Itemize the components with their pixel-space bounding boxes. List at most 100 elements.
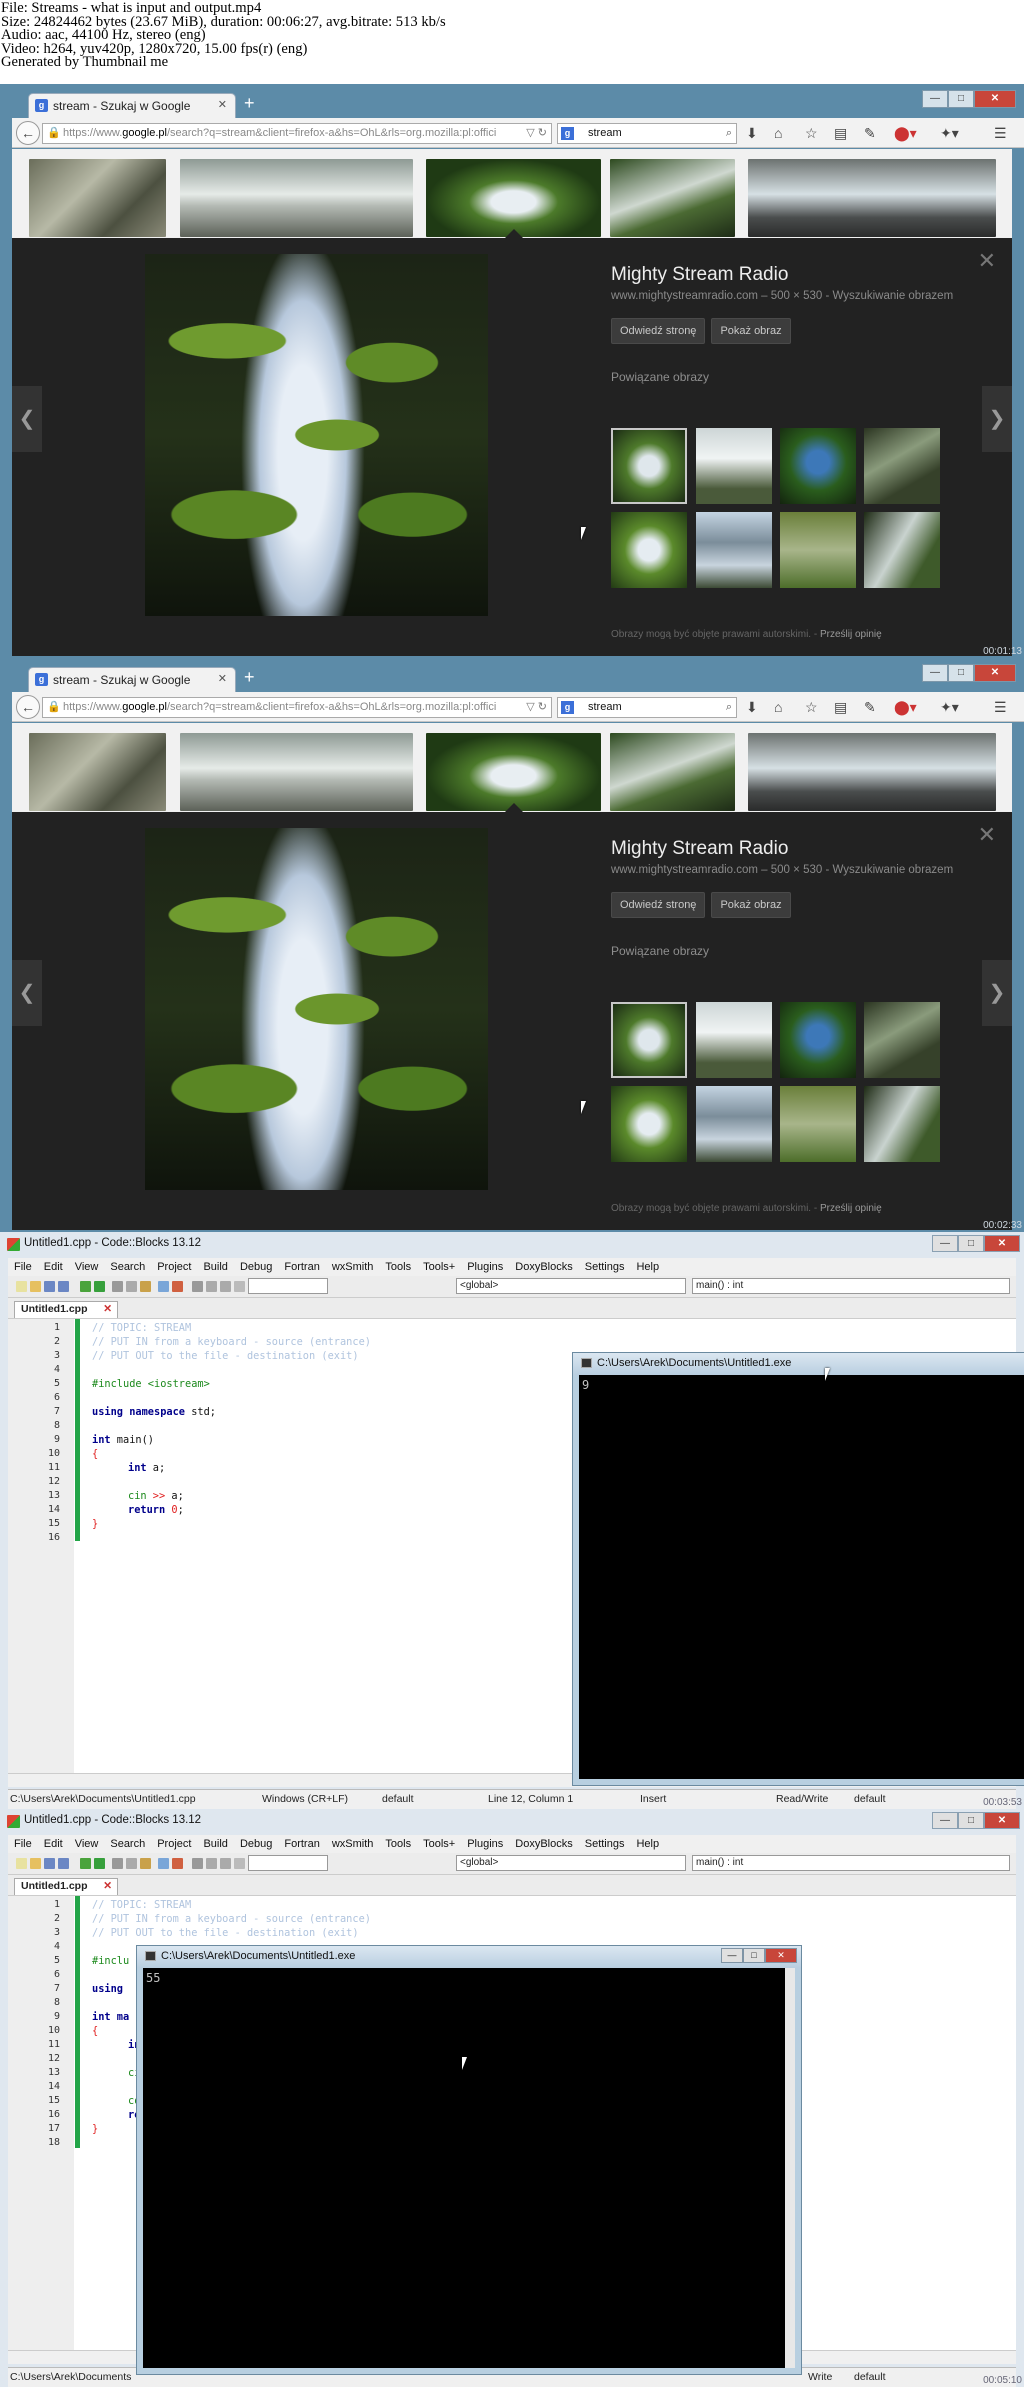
new-tab-icon[interactable]: + <box>244 667 255 688</box>
related-image[interactable] <box>611 1002 687 1078</box>
open-file-icon[interactable] <box>30 1281 41 1292</box>
menu-tools-plus[interactable]: Tools+ <box>423 1261 455 1273</box>
save-all-icon[interactable] <box>58 1281 69 1292</box>
debug-next-icon[interactable] <box>220 1858 231 1869</box>
menu-view[interactable]: View <box>75 1261 99 1273</box>
view-image-button[interactable]: Pokaż obraz <box>711 892 791 918</box>
home-icon[interactable]: ⌂ <box>774 125 782 141</box>
menu-file[interactable]: File <box>14 1261 32 1273</box>
maximize-button[interactable]: □ <box>958 1812 984 1829</box>
view-image-button[interactable]: Pokaż obraz <box>711 318 791 344</box>
function-combo[interactable]: main() : int <box>692 1855 1010 1871</box>
bookmark-star-icon[interactable]: ☆ <box>805 699 818 716</box>
result-thumb-selected[interactable] <box>426 733 601 811</box>
back-arrow-icon[interactable]: ← <box>16 695 40 719</box>
adblock-icon[interactable]: ⬤▾ <box>894 699 917 716</box>
result-thumb[interactable] <box>610 159 735 237</box>
visit-page-button[interactable]: Odwiedź stronę <box>611 892 706 918</box>
search-icon[interactable]: ⌕ <box>726 698 732 717</box>
related-image[interactable] <box>780 512 856 588</box>
related-image[interactable] <box>611 1086 687 1162</box>
result-thumb[interactable] <box>29 159 166 237</box>
find-icon[interactable] <box>158 1281 169 1292</box>
preview-image[interactable] <box>145 828 488 1190</box>
download-icon[interactable]: ⬇ <box>746 125 758 142</box>
back-arrow-icon[interactable]: ← <box>16 121 40 145</box>
image-title[interactable]: Mighty Stream Radio <box>611 838 991 860</box>
image-title[interactable]: Mighty Stream Radio <box>611 264 991 286</box>
menu-wxsmith[interactable]: wxSmith <box>332 1261 374 1273</box>
console-body[interactable]: 9 <box>579 1375 1024 1779</box>
minimize-button[interactable]: — <box>932 1812 958 1829</box>
menu-help[interactable]: Help <box>636 1838 659 1850</box>
close-window-button[interactable]: ✕ <box>974 90 1016 108</box>
extension-icon[interactable]: ✦▾ <box>940 125 959 142</box>
menu-tools-plus[interactable]: Tools+ <box>423 1838 455 1850</box>
menu-build[interactable]: Build <box>203 1838 227 1850</box>
scope-combo[interactable]: <global> <box>456 1278 686 1294</box>
menu-project[interactable]: Project <box>157 1261 191 1273</box>
url-bar[interactable]: 🔒 https://www.google.pl/search?q=stream&… <box>42 697 552 718</box>
next-image-arrow-icon[interactable]: ❯ <box>982 960 1012 1026</box>
bookmark-star-icon[interactable]: ☆ <box>805 125 818 142</box>
related-image[interactable] <box>611 428 687 504</box>
prev-image-arrow-icon[interactable]: ❮ <box>12 960 42 1026</box>
function-combo[interactable]: main() : int <box>692 1278 1010 1294</box>
menu-edit[interactable]: Edit <box>44 1838 63 1850</box>
scope-combo[interactable]: <global> <box>456 1855 686 1871</box>
result-thumb[interactable] <box>748 733 996 811</box>
menu-file[interactable]: File <box>14 1838 32 1850</box>
tab-google-search[interactable]: g stream - Szukaj w Google ✕ <box>28 93 236 118</box>
tab-untitled1[interactable]: Untitled1.cpp ✕ <box>14 1878 118 1895</box>
menu-debug[interactable]: Debug <box>240 1838 272 1850</box>
related-image[interactable] <box>864 1086 940 1162</box>
target-combo[interactable] <box>248 1855 328 1871</box>
prev-image-arrow-icon[interactable]: ❮ <box>12 386 42 452</box>
paste-icon[interactable] <box>140 1858 151 1869</box>
console-window[interactable]: C:\Users\Arek\Documents\Untitled1.exe — … <box>136 1945 802 2375</box>
copy-icon[interactable] <box>126 1281 137 1292</box>
menu-fortran[interactable]: Fortran <box>284 1838 319 1850</box>
replace-icon[interactable] <box>172 1281 183 1292</box>
feedback-link[interactable]: Prześlij opinię <box>820 1203 882 1214</box>
download-icon[interactable]: ⬇ <box>746 699 758 716</box>
result-thumb[interactable] <box>29 733 166 811</box>
related-image[interactable] <box>696 1002 772 1078</box>
open-file-icon[interactable] <box>30 1858 41 1869</box>
build-icon[interactable] <box>80 1281 91 1292</box>
new-file-icon[interactable] <box>16 1281 27 1292</box>
adblock-icon[interactable]: ⬤▾ <box>894 125 917 142</box>
related-image[interactable] <box>611 512 687 588</box>
menu-view[interactable]: View <box>75 1838 99 1850</box>
replace-icon[interactable] <box>172 1858 183 1869</box>
pen-icon[interactable]: ✎ <box>864 125 876 142</box>
close-window-button[interactable]: ✕ <box>974 664 1016 682</box>
close-window-button[interactable]: ✕ <box>765 1948 797 1963</box>
menu-doxyblocks[interactable]: DoxyBlocks <box>515 1261 572 1273</box>
tab-google-search[interactable]: g stream - Szukaj w Google ✕ <box>28 667 236 692</box>
pen-icon[interactable]: ✎ <box>864 699 876 716</box>
minimize-button[interactable]: — <box>932 1235 958 1252</box>
result-thumb[interactable] <box>180 159 413 237</box>
extension-icon[interactable]: ✦▾ <box>940 699 959 716</box>
related-image[interactable] <box>780 1002 856 1078</box>
console-vertical-scrollbar[interactable] <box>785 1968 795 2368</box>
save-all-icon[interactable] <box>58 1858 69 1869</box>
menu-settings[interactable]: Settings <box>585 1838 625 1850</box>
maximize-button[interactable]: □ <box>958 1235 984 1252</box>
close-tab-icon[interactable]: ✕ <box>218 98 227 111</box>
menu-tools[interactable]: Tools <box>385 1838 411 1850</box>
debug-step-icon[interactable] <box>206 1281 217 1292</box>
url-bar[interactable]: 🔒 https://www.google.pl/search?q=stream&… <box>42 123 552 144</box>
related-image[interactable] <box>696 512 772 588</box>
menu-tools[interactable]: Tools <box>385 1261 411 1273</box>
bookmarks-list-icon[interactable]: ▤ <box>834 699 847 716</box>
minimize-button[interactable]: — <box>922 664 948 682</box>
run-icon[interactable] <box>94 1281 105 1292</box>
debug-icon[interactable] <box>192 1858 203 1869</box>
new-file-icon[interactable] <box>16 1858 27 1869</box>
menu-build[interactable]: Build <box>203 1261 227 1273</box>
related-image[interactable] <box>864 512 940 588</box>
result-thumb[interactable] <box>610 733 735 811</box>
result-thumb[interactable] <box>748 159 996 237</box>
